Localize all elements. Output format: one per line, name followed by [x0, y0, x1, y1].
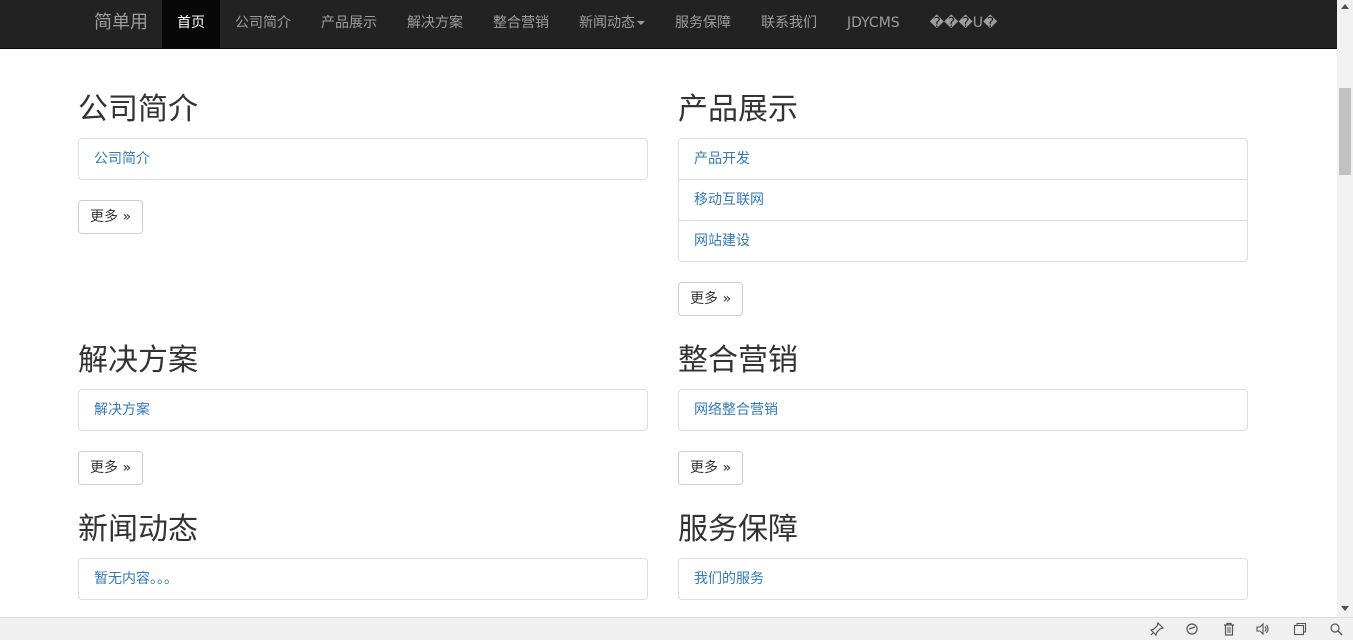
- section-title-service: 服务保障: [678, 512, 798, 547]
- speaker-icon[interactable]: [1256, 622, 1270, 636]
- list-news: 暂无内容。。。: [78, 558, 648, 600]
- nav-item-about[interactable]: 公司简介: [220, 0, 306, 48]
- more-button-products[interactable]: 更多 »: [678, 282, 744, 316]
- section-title-products: 产品展示: [678, 92, 798, 127]
- nav-item-marketing[interactable]: 整合营销: [478, 0, 564, 48]
- list-item[interactable]: 暂无内容。。。: [79, 559, 647, 599]
- list-item[interactable]: 产品开发: [679, 139, 1247, 179]
- section-title-marketing: 整合营销: [678, 343, 798, 378]
- browser-status-bar: [0, 617, 1353, 640]
- section-title-solutions: 解决方案: [78, 343, 198, 378]
- list-service: 我们的服务: [678, 558, 1248, 600]
- zoom-icon[interactable]: [1329, 622, 1343, 636]
- scroll-up-arrow-icon[interactable]: [1341, 4, 1349, 9]
- section-about: 公司简介 公司简介 更多 »: [78, 90, 648, 234]
- section-marketing: 整合营销 网络整合营销 更多 »: [678, 341, 1248, 485]
- nav-item-home[interactable]: 首页: [162, 0, 220, 48]
- list-solutions: 解决方案: [78, 389, 648, 431]
- trash-icon[interactable]: [1222, 622, 1236, 636]
- main-nav: 首页 公司简介 产品展示 解决方案 整合营销 新闻动态 服务保障 联系我们 JD…: [162, 0, 1012, 48]
- section-products: 产品展示 产品开发 移动互联网 网站建设 更多 »: [678, 90, 1248, 316]
- scroll-thumb[interactable]: [1339, 88, 1351, 175]
- vertical-scrollbar[interactable]: [1337, 0, 1353, 617]
- section-title-news: 新闻动态: [78, 512, 198, 547]
- nav-item-news-label: 新闻动态: [579, 15, 635, 31]
- list-item[interactable]: 公司简介: [79, 139, 647, 179]
- section-service: 服务保障 我们的服务: [678, 510, 1248, 600]
- list-about: 公司简介: [78, 138, 648, 180]
- nav-item-solutions[interactable]: 解决方案: [392, 0, 478, 48]
- more-button-about[interactable]: 更多 »: [78, 200, 144, 234]
- list-marketing: 网络整合营销: [678, 389, 1248, 431]
- nav-item-service[interactable]: 服务保障: [660, 0, 746, 48]
- list-item[interactable]: 移动互联网: [679, 179, 1247, 220]
- brand-logo[interactable]: 简单用: [94, 0, 148, 48]
- window-icon[interactable]: [1293, 622, 1307, 636]
- more-button-marketing[interactable]: 更多 »: [678, 451, 744, 485]
- scroll-down-arrow-icon[interactable]: [1341, 606, 1349, 611]
- list-item[interactable]: 我们的服务: [679, 559, 1247, 599]
- caret-down-icon: [637, 21, 645, 25]
- section-title-about: 公司简介: [78, 92, 198, 127]
- list-products: 产品开发 移动互联网 网站建设: [678, 138, 1248, 262]
- nav-item-news[interactable]: 新闻动态: [564, 0, 660, 48]
- nav-item-jdycms[interactable]: JDYCMS: [832, 0, 915, 48]
- nav-item-garbled[interactable]: ���U�: [915, 0, 1013, 48]
- pin-icon[interactable]: [1149, 621, 1165, 637]
- section-news: 新闻动态 暂无内容。。。: [78, 510, 648, 600]
- refresh-icon[interactable]: [1185, 622, 1199, 636]
- list-item[interactable]: 网站建设: [679, 220, 1247, 261]
- list-item[interactable]: 解决方案: [79, 390, 647, 430]
- section-solutions: 解决方案 解决方案 更多 »: [78, 341, 648, 485]
- top-navbar: 简单用 首页 公司简介 产品展示 解决方案 整合营销 新闻动态 服务保障 联系我…: [0, 0, 1337, 49]
- more-button-solutions[interactable]: 更多 »: [78, 451, 144, 485]
- nav-item-products[interactable]: 产品展示: [306, 0, 392, 48]
- nav-item-contact[interactable]: 联系我们: [746, 0, 832, 48]
- list-item[interactable]: 网络整合营销: [679, 390, 1247, 430]
